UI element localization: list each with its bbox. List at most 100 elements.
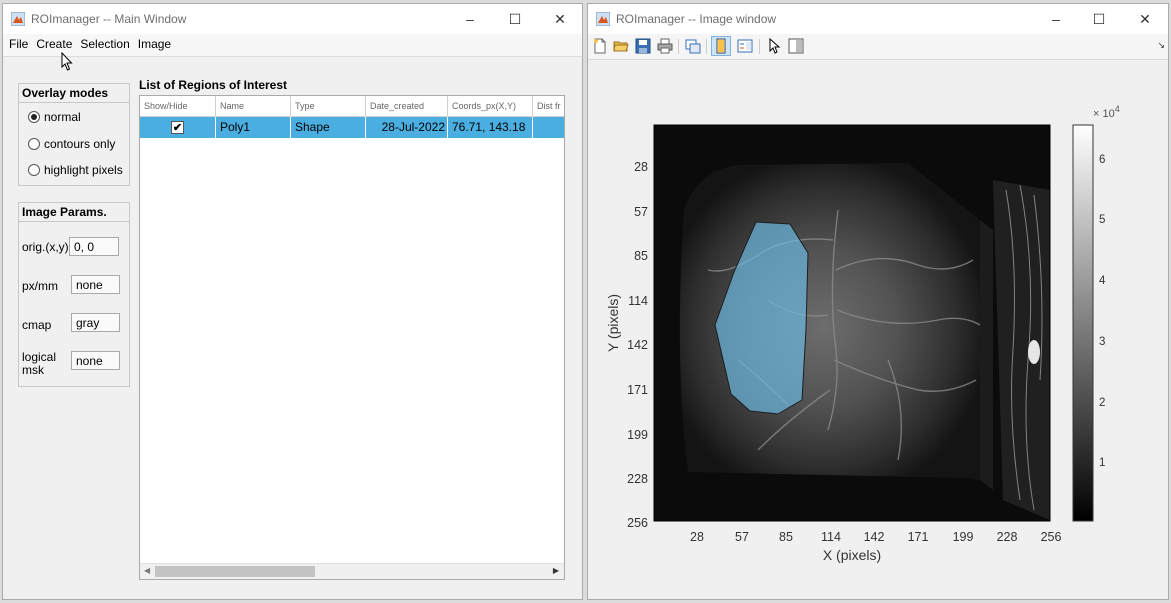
menu-image[interactable]: Image xyxy=(132,34,173,51)
x-tick-label: 228 xyxy=(997,530,1018,544)
dock-arrow-icon[interactable]: ↘ xyxy=(1157,40,1165,51)
copy-figure-icon[interactable] xyxy=(685,38,701,54)
colorbar[interactable] xyxy=(1072,124,1094,522)
close-icon[interactable]: ✕ xyxy=(1131,9,1159,29)
colorbar-exponent: × 104 xyxy=(1093,104,1120,120)
x-tick-label: 57 xyxy=(735,530,749,544)
colorbar-tick-label: 4 xyxy=(1099,275,1106,287)
minimize-icon[interactable]: – xyxy=(1042,9,1070,29)
image-window: ROImanager -- Image window – ☐ ✕ ↘ 28 57… xyxy=(587,3,1169,600)
x-tick-label: 142 xyxy=(864,530,885,544)
dist-cell[interactable] xyxy=(533,117,564,138)
radio-normal-indicator[interactable] xyxy=(28,111,40,123)
radio-highlight-label: highlight pixels xyxy=(44,163,123,177)
horizontal-scrollbar[interactable]: ◀ ▶ xyxy=(140,563,564,579)
image-axes[interactable] xyxy=(653,124,1051,522)
show-hide-cell[interactable]: ✔ xyxy=(140,117,216,138)
coords-cell[interactable]: 76.71, 143.18 xyxy=(448,117,533,138)
matlab-app-icon xyxy=(596,12,610,26)
radio-normal-label: normal xyxy=(44,110,81,124)
menu-file[interactable]: File xyxy=(3,34,30,51)
image-params-panel: Image Params. orig.(x,y) 0, 0 px/mm none… xyxy=(18,202,130,387)
column-header-dist[interactable]: Dist fr xyxy=(533,96,564,117)
matlab-app-icon xyxy=(11,12,25,26)
overlay-modes-title: Overlay modes xyxy=(22,86,109,100)
colorbar-tick-label: 3 xyxy=(1099,336,1105,348)
column-header-name[interactable]: Name xyxy=(216,96,291,117)
panel-icon[interactable] xyxy=(788,38,804,54)
colorbar-gradient xyxy=(1072,124,1094,522)
overlay-modes-panel: Overlay modes normal contours only highl… xyxy=(18,83,130,186)
tissue-edge xyxy=(980,220,993,490)
print-icon[interactable] xyxy=(657,38,673,54)
image-params-title: Image Params. xyxy=(22,205,107,219)
x-tick-label: 171 xyxy=(908,530,929,544)
radio-normal[interactable]: normal xyxy=(28,108,81,126)
close-icon[interactable]: ✕ xyxy=(546,9,574,29)
y-tick-label: 256 xyxy=(627,516,648,530)
image-window-title: ROImanager -- Image window xyxy=(616,12,777,26)
logical-mask-field[interactable]: none xyxy=(71,351,120,370)
menu-create[interactable]: Create xyxy=(30,34,74,51)
column-header-type[interactable]: Type xyxy=(291,96,366,117)
roi-list-title: List of Regions of Interest xyxy=(139,78,288,92)
image-window-titlebar[interactable]: ROImanager -- Image window – ☐ ✕ xyxy=(588,4,1168,34)
scrollbar-thumb[interactable] xyxy=(155,566,315,577)
name-cell[interactable]: Poly1 xyxy=(216,117,291,138)
orig-field[interactable]: 0, 0 xyxy=(69,237,119,256)
radio-highlight-pixels[interactable]: highlight pixels xyxy=(28,161,123,179)
pxmm-field[interactable]: none xyxy=(71,275,120,294)
minimize-icon[interactable]: – xyxy=(456,9,484,29)
colorbar-tick-label: 6 xyxy=(1099,154,1105,166)
panel-divider xyxy=(19,102,129,103)
figure-canvas: 28 57 85 114 142 171 199 228 256 28 57 8… xyxy=(605,104,1120,563)
column-header-show-hide[interactable]: Show/Hide xyxy=(140,96,216,117)
pxmm-label: px/mm xyxy=(22,279,58,293)
save-icon[interactable] xyxy=(635,38,651,54)
colorbar-tick-label: 1 xyxy=(1099,457,1105,469)
menu-selection[interactable]: Selection xyxy=(74,34,131,51)
main-window-titlebar[interactable]: ROImanager -- Main Window – ☐ ✕ xyxy=(3,4,582,34)
radio-highlight-indicator[interactable] xyxy=(28,164,40,176)
open-folder-icon[interactable] xyxy=(613,38,629,54)
x-axis-label: X (pixels) xyxy=(823,547,881,563)
data-cursor-icon[interactable] xyxy=(713,38,729,54)
x-ticks: 28 57 85 114 142 171 199 228 256 xyxy=(690,530,1061,544)
colorbar-exponent-base: × 10 xyxy=(1093,108,1115,120)
figure-toolbar: ↘ xyxy=(588,34,1168,60)
table-row[interactable]: ✔ Poly1 Shape 28-Jul-2022 76.71, 143.18 xyxy=(140,117,564,138)
bright-spot xyxy=(1028,340,1040,364)
colorbar-tick-label: 2 xyxy=(1099,397,1105,409)
cmap-field[interactable]: gray xyxy=(71,313,120,332)
main-window: ROImanager -- Main Window – ☐ ✕ File Crea… xyxy=(2,3,583,600)
maximize-icon[interactable]: ☐ xyxy=(1085,9,1113,29)
radio-contours-indicator[interactable] xyxy=(28,138,40,150)
x-tick-label: 199 xyxy=(953,530,974,544)
column-header-coords[interactable]: Coords_px(X,Y) xyxy=(448,96,533,117)
maximize-icon[interactable]: ☐ xyxy=(501,9,529,29)
radio-contours-label: contours only xyxy=(44,137,116,151)
scroll-left-icon[interactable]: ◀ xyxy=(144,566,150,575)
y-tick-label: 28 xyxy=(634,160,648,174)
panel-divider xyxy=(19,221,129,222)
colorbar-exponent-power: 4 xyxy=(1115,104,1120,114)
y-tick-label: 199 xyxy=(627,428,648,442)
column-header-date-created[interactable]: Date_created xyxy=(366,96,448,117)
scroll-right-icon[interactable]: ▶ xyxy=(553,566,559,575)
colorbar-tick-label: 5 xyxy=(1099,214,1105,226)
new-file-icon[interactable] xyxy=(592,38,608,54)
x-tick-label: 85 xyxy=(779,530,793,544)
y-tick-label: 228 xyxy=(627,472,648,486)
pointer-icon[interactable] xyxy=(766,38,782,54)
x-tick-label: 256 xyxy=(1041,530,1062,544)
legend-icon[interactable] xyxy=(737,38,753,54)
roi-table: Show/Hide Name Type Date_created Coords_… xyxy=(139,95,565,580)
type-cell[interactable]: Shape xyxy=(291,117,366,138)
orig-label: orig.(x,y) xyxy=(22,240,69,254)
show-checkbox[interactable]: ✔ xyxy=(171,121,184,134)
toolbar-separator xyxy=(759,39,760,54)
y-ticks: 28 57 85 114 142 171 199 228 256 xyxy=(627,160,648,530)
radio-contours-only[interactable]: contours only xyxy=(28,135,115,153)
date-cell[interactable]: 28-Jul-2022 xyxy=(366,117,448,138)
cmap-label: cmap xyxy=(22,318,52,332)
